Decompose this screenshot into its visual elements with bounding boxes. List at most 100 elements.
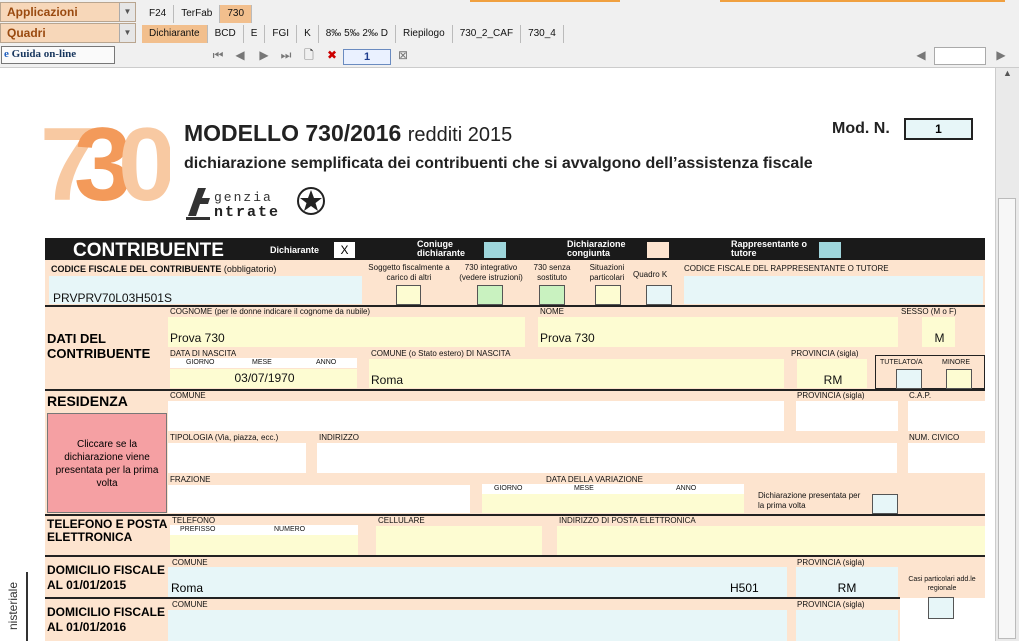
- provincia-residenza-field[interactable]: [796, 401, 898, 431]
- tab-fgi[interactable]: FGI: [265, 25, 298, 43]
- tab-riepilogo[interactable]: Riepilogo: [395, 25, 453, 43]
- domicilio-2016-provincia-field[interactable]: [796, 610, 898, 641]
- soggetto-checkbox[interactable]: [396, 285, 421, 305]
- minore-label: MINORE: [942, 359, 970, 366]
- navigation-bar: [0, 44, 1019, 68]
- email-label: INDIRIZZO DI POSTA ELETTRONICA: [559, 516, 696, 525]
- vertical-scrollbar[interactable]: ▲: [995, 68, 1019, 641]
- prima-volta-checkbox[interactable]: [872, 494, 898, 514]
- prima-volta-button[interactable]: Cliccare se la dichiarazione viene prese…: [47, 413, 167, 513]
- cellulare-label: CELLULARE: [378, 516, 425, 525]
- tab-730-4[interactable]: 730_4: [521, 25, 564, 43]
- page-number-field[interactable]: 1: [343, 49, 391, 65]
- telefono-title: TELEFONO E POSTA ELETTRONICA: [47, 517, 168, 544]
- cognome-field[interactable]: Prova 730: [168, 317, 525, 347]
- agenzia-mark-icon: [186, 188, 210, 220]
- civico-label: NUM. CIVICO: [909, 433, 960, 442]
- form-title: MODELLO 730/2016 redditi 2015: [184, 120, 513, 146]
- agenzia-entrate-logo: genzia ntrate: [184, 184, 329, 224]
- civico-field[interactable]: [908, 443, 985, 473]
- cf-rappresentante-field[interactable]: [684, 276, 983, 304]
- comune-nascita-field[interactable]: Roma: [369, 359, 784, 388]
- quadri-dropdown[interactable]: Quadri ▼: [0, 23, 136, 43]
- frazione-field[interactable]: [168, 485, 470, 513]
- top-tabs: F24 TerFab 730: [142, 3, 253, 23]
- congiunta-checkbox[interactable]: [647, 242, 669, 258]
- domicilio-2015-comune-field[interactable]: Roma H501: [168, 567, 787, 597]
- dichiarante-checkbox[interactable]: X: [334, 242, 355, 258]
- next-page-icon[interactable]: ▶: [257, 48, 271, 62]
- data-variazione-label: DATA DELLA VARIAZIONE: [546, 475, 643, 484]
- chevron-down-icon[interactable]: ▼: [119, 3, 135, 21]
- quadri-tabs: Dichiarante BCD E FGI K 8‰ 5‰ 2‰ D Riepi…: [142, 23, 564, 43]
- last-page-icon[interactable]: ⏭: [279, 48, 293, 62]
- scrollbar-thumb[interactable]: [998, 198, 1016, 639]
- scroll-left-icon[interactable]: ◀: [914, 48, 928, 62]
- sesso-label: SESSO (M o F): [901, 307, 957, 316]
- side-divider: [26, 572, 28, 641]
- tipologia-field[interactable]: [168, 443, 306, 473]
- nome-field[interactable]: Prova 730: [538, 317, 898, 347]
- ie-icon: e: [4, 48, 9, 60]
- domicilio-2015-provincia-label: PROVINCIA (sigla): [797, 558, 865, 567]
- provincia-nascita-field[interactable]: RM: [797, 359, 867, 388]
- applicazioni-dropdown[interactable]: Applicazioni ▼: [0, 2, 136, 22]
- first-page-icon[interactable]: ⏮: [211, 48, 225, 62]
- casi-particolari-field[interactable]: [928, 597, 954, 619]
- help-online-button[interactable]: e Guida on-line: [1, 46, 115, 64]
- scroll-right-icon[interactable]: ▶: [994, 48, 1008, 62]
- entrate-text: ntrate: [214, 204, 281, 221]
- rappresentante-checkbox[interactable]: [819, 242, 841, 258]
- quadro-k-checkbox[interactable]: [646, 285, 672, 305]
- situazioni-label: Situazioni particolari: [589, 263, 625, 282]
- telefono-subheader: PREFISSO NUMERO: [170, 525, 358, 535]
- tab-e[interactable]: E: [243, 25, 266, 43]
- applicazioni-label: Applicazioni: [7, 5, 78, 19]
- tutelato-checkbox[interactable]: [896, 369, 922, 389]
- minore-checkbox[interactable]: [946, 369, 972, 389]
- data-variazione-field[interactable]: [482, 494, 744, 513]
- situazioni-field[interactable]: [595, 285, 621, 305]
- emblem-icon: [297, 187, 325, 215]
- coniuge-checkbox[interactable]: [484, 242, 506, 258]
- comune-residenza-field[interactable]: [168, 401, 784, 431]
- tab-f24[interactable]: F24: [142, 5, 175, 23]
- email-field[interactable]: [557, 526, 985, 555]
- scroll-up-icon[interactable]: ▲: [996, 68, 1019, 86]
- integrativo-field[interactable]: [477, 285, 503, 305]
- provincia-nascita-label: PROVINCIA (sigla): [791, 349, 859, 358]
- indirizzo-field[interactable]: [317, 443, 897, 473]
- domicilio-2016-comune-field[interactable]: [168, 610, 787, 641]
- tab-terfab[interactable]: TerFab: [174, 5, 221, 23]
- senza-sostituto-checkbox[interactable]: [539, 285, 565, 305]
- tab-dichiarante[interactable]: Dichiarante: [142, 25, 208, 43]
- sesso-field[interactable]: M: [922, 317, 955, 347]
- side-text: nisteriale: [6, 581, 20, 630]
- delete-page-icon[interactable]: ✖: [325, 48, 339, 62]
- new-page-icon[interactable]: 🗋: [302, 48, 316, 62]
- chevron-down-icon[interactable]: ▼: [119, 24, 135, 42]
- comune-residenza-label: COMUNE: [170, 391, 206, 400]
- zoom-field[interactable]: [934, 47, 986, 65]
- mod-number-field[interactable]: 1: [904, 118, 973, 140]
- tab-bcd[interactable]: BCD: [207, 25, 244, 43]
- rappresentante-label: Rappresentante o tutore: [731, 239, 808, 258]
- data-nascita-field[interactable]: 03/07/1970: [170, 369, 357, 388]
- tipologia-label: TIPOLOGIA (Via, piazza, ecc.): [170, 433, 279, 442]
- senza-sostituto-label: 730 senza sostituto: [533, 263, 571, 282]
- comune-nascita-label: COMUNE (o Stato estero) DI NASCITA: [371, 349, 511, 358]
- previous-page-icon[interactable]: ◀: [233, 48, 247, 62]
- tab-k[interactable]: K: [297, 25, 319, 43]
- telefono-field[interactable]: [170, 535, 358, 555]
- tab-730-2-caf[interactable]: 730_2_CAF: [452, 25, 522, 43]
- indirizzo-label: INDIRIZZO: [319, 433, 359, 442]
- cellulare-field[interactable]: [376, 526, 542, 555]
- prima-volta-label: Dichiarazione presentata per la prima vo…: [758, 491, 861, 510]
- tab-730[interactable]: 730: [220, 5, 253, 23]
- contribuente-header-bar: CONTRIBUENTE Dichiarante X Coniuge dichi…: [45, 238, 985, 261]
- clear-icon[interactable]: ⊠: [396, 48, 410, 62]
- tab-per-mille[interactable]: 8‰ 5‰ 2‰ D: [318, 25, 396, 43]
- congiunta-label: Dichiarazione congiunta: [567, 239, 626, 258]
- cap-field[interactable]: [908, 401, 985, 431]
- domicilio-2015-provincia-field[interactable]: RM: [796, 567, 898, 597]
